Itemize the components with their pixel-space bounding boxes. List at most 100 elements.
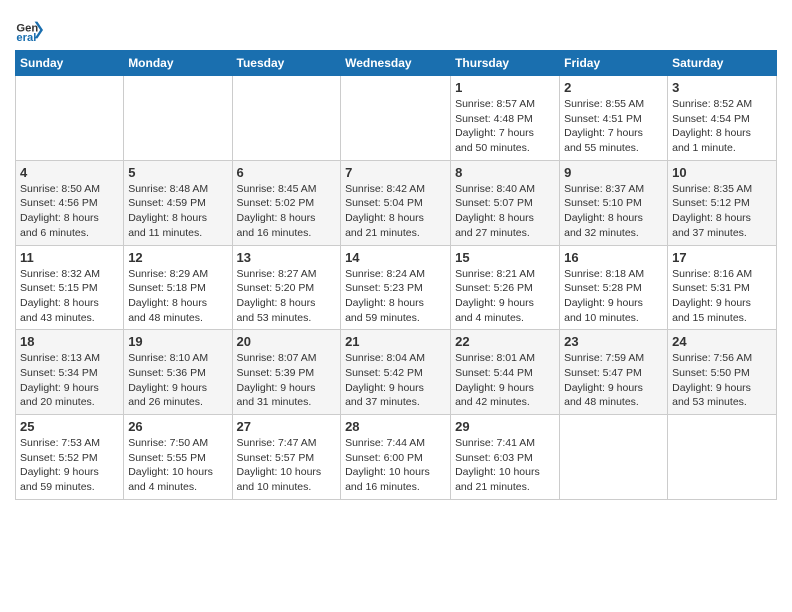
calendar-cell: 10 Sunrise: 8:35 AM Sunset: 5:12 PM Dayli… (668, 160, 777, 245)
day-info: Sunrise: 8:18 AM Sunset: 5:28 PM Dayligh… (564, 267, 663, 326)
day-info: Sunrise: 7:50 AM Sunset: 5:55 PM Dayligh… (128, 436, 227, 495)
day-info: Sunrise: 8:04 AM Sunset: 5:42 PM Dayligh… (345, 351, 446, 410)
day-info: Sunrise: 8:45 AM Sunset: 5:02 PM Dayligh… (237, 182, 337, 241)
day-info: Sunrise: 7:44 AM Sunset: 6:00 PM Dayligh… (345, 436, 446, 495)
day-info: Sunrise: 8:21 AM Sunset: 5:26 PM Dayligh… (455, 267, 555, 326)
day-number: 8 (455, 165, 555, 180)
day-number: 5 (128, 165, 227, 180)
day-info: Sunrise: 8:55 AM Sunset: 4:51 PM Dayligh… (564, 97, 663, 156)
day-number: 23 (564, 334, 663, 349)
day-number: 17 (672, 250, 772, 265)
calendar-cell: 25 Sunrise: 7:53 AM Sunset: 5:52 PM Dayli… (16, 415, 124, 500)
svg-text:eral: eral (16, 32, 36, 44)
calendar-cell: 8 Sunrise: 8:40 AM Sunset: 5:07 PM Daylig… (451, 160, 560, 245)
calendar-cell (124, 76, 232, 161)
calendar-cell: 16 Sunrise: 8:18 AM Sunset: 5:28 PM Dayli… (560, 245, 668, 330)
day-number: 18 (20, 334, 119, 349)
day-info: Sunrise: 7:53 AM Sunset: 5:52 PM Dayligh… (20, 436, 119, 495)
calendar-cell: 27 Sunrise: 7:47 AM Sunset: 5:57 PM Dayli… (232, 415, 341, 500)
day-number: 21 (345, 334, 446, 349)
day-info: Sunrise: 8:16 AM Sunset: 5:31 PM Dayligh… (672, 267, 772, 326)
day-info: Sunrise: 8:10 AM Sunset: 5:36 PM Dayligh… (128, 351, 227, 410)
calendar-cell: 18 Sunrise: 8:13 AM Sunset: 5:34 PM Dayli… (16, 330, 124, 415)
calendar-cell: 23 Sunrise: 7:59 AM Sunset: 5:47 PM Dayli… (560, 330, 668, 415)
calendar-cell: 12 Sunrise: 8:29 AM Sunset: 5:18 PM Dayli… (124, 245, 232, 330)
day-number: 19 (128, 334, 227, 349)
weekday-header: Saturday (668, 51, 777, 76)
day-info: Sunrise: 8:13 AM Sunset: 5:34 PM Dayligh… (20, 351, 119, 410)
calendar-cell: 7 Sunrise: 8:42 AM Sunset: 5:04 PM Daylig… (341, 160, 451, 245)
day-info: Sunrise: 8:29 AM Sunset: 5:18 PM Dayligh… (128, 267, 227, 326)
day-info: Sunrise: 8:48 AM Sunset: 4:59 PM Dayligh… (128, 182, 227, 241)
day-info: Sunrise: 8:57 AM Sunset: 4:48 PM Dayligh… (455, 97, 555, 156)
day-info: Sunrise: 8:52 AM Sunset: 4:54 PM Dayligh… (672, 97, 772, 156)
page-header: Gen eral (15, 10, 777, 44)
calendar-cell: 6 Sunrise: 8:45 AM Sunset: 5:02 PM Daylig… (232, 160, 341, 245)
calendar-cell (341, 76, 451, 161)
calendar-cell: 20 Sunrise: 8:07 AM Sunset: 5:39 PM Dayli… (232, 330, 341, 415)
day-info: Sunrise: 8:50 AM Sunset: 4:56 PM Dayligh… (20, 182, 119, 241)
day-number: 28 (345, 419, 446, 434)
calendar-cell: 29 Sunrise: 7:41 AM Sunset: 6:03 PM Dayli… (451, 415, 560, 500)
day-info: Sunrise: 7:47 AM Sunset: 5:57 PM Dayligh… (237, 436, 337, 495)
calendar-cell (16, 76, 124, 161)
day-number: 7 (345, 165, 446, 180)
calendar-cell: 24Sunrise: 7:56 AM Sunset: 5:50 PM Dayli… (668, 330, 777, 415)
day-number: 6 (237, 165, 337, 180)
calendar-cell: 15 Sunrise: 8:21 AM Sunset: 5:26 PM Dayli… (451, 245, 560, 330)
day-number: 16 (564, 250, 663, 265)
day-info: Sunrise: 8:07 AM Sunset: 5:39 PM Dayligh… (237, 351, 337, 410)
calendar-table: SundayMondayTuesdayWednesdayThursdayFrid… (15, 50, 777, 500)
day-info: Sunrise: 7:41 AM Sunset: 6:03 PM Dayligh… (455, 436, 555, 495)
calendar-cell: 1 Sunrise: 8:57 AM Sunset: 4:48 PM Daylig… (451, 76, 560, 161)
calendar-cell: 19 Sunrise: 8:10 AM Sunset: 5:36 PM Dayli… (124, 330, 232, 415)
day-number: 13 (237, 250, 337, 265)
day-number: 22 (455, 334, 555, 349)
day-number: 10 (672, 165, 772, 180)
calendar-cell: 5 Sunrise: 8:48 AM Sunset: 4:59 PM Daylig… (124, 160, 232, 245)
day-number: 3 (672, 80, 772, 95)
day-number: 20 (237, 334, 337, 349)
day-number: 27 (237, 419, 337, 434)
day-info: Sunrise: 8:32 AM Sunset: 5:15 PM Dayligh… (20, 267, 119, 326)
weekday-header: Thursday (451, 51, 560, 76)
calendar-cell: 22 Sunrise: 8:01 AM Sunset: 5:44 PM Dayli… (451, 330, 560, 415)
day-info: Sunrise: 8:24 AM Sunset: 5:23 PM Dayligh… (345, 267, 446, 326)
day-number: 1 (455, 80, 555, 95)
day-number: 25 (20, 419, 119, 434)
day-info: Sunrise: 7:56 AM Sunset: 5:50 PM Dayligh… (672, 351, 772, 410)
calendar-cell: 14 Sunrise: 8:24 AM Sunset: 5:23 PM Dayli… (341, 245, 451, 330)
day-info: Sunrise: 8:37 AM Sunset: 5:10 PM Dayligh… (564, 182, 663, 241)
day-number: 29 (455, 419, 555, 434)
weekday-header: Sunday (16, 51, 124, 76)
calendar-cell (668, 415, 777, 500)
day-info: Sunrise: 8:40 AM Sunset: 5:07 PM Dayligh… (455, 182, 555, 241)
day-number: 15 (455, 250, 555, 265)
calendar-cell (232, 76, 341, 161)
day-number: 2 (564, 80, 663, 95)
calendar-cell: 28 Sunrise: 7:44 AM Sunset: 6:00 PM Dayli… (341, 415, 451, 500)
calendar-cell: 9 Sunrise: 8:37 AM Sunset: 5:10 PM Daylig… (560, 160, 668, 245)
calendar-cell: 21 Sunrise: 8:04 AM Sunset: 5:42 PM Dayli… (341, 330, 451, 415)
calendar-cell: 3 Sunrise: 8:52 AM Sunset: 4:54 PM Daylig… (668, 76, 777, 161)
day-info: Sunrise: 8:01 AM Sunset: 5:44 PM Dayligh… (455, 351, 555, 410)
weekday-header: Monday (124, 51, 232, 76)
calendar-cell (560, 415, 668, 500)
day-info: Sunrise: 8:27 AM Sunset: 5:20 PM Dayligh… (237, 267, 337, 326)
day-number: 26 (128, 419, 227, 434)
calendar-cell: 2 Sunrise: 8:55 AM Sunset: 4:51 PM Daylig… (560, 76, 668, 161)
day-number: 12 (128, 250, 227, 265)
logo-icon: Gen eral (15, 16, 43, 44)
day-number: 11 (20, 250, 119, 265)
weekday-header: Friday (560, 51, 668, 76)
day-info: Sunrise: 8:35 AM Sunset: 5:12 PM Dayligh… (672, 182, 772, 241)
calendar-cell: 17 Sunrise: 8:16 AM Sunset: 5:31 PM Dayli… (668, 245, 777, 330)
calendar-cell: 13 Sunrise: 8:27 AM Sunset: 5:20 PM Dayli… (232, 245, 341, 330)
weekday-header: Wednesday (341, 51, 451, 76)
day-info: Sunrise: 8:42 AM Sunset: 5:04 PM Dayligh… (345, 182, 446, 241)
day-number: 4 (20, 165, 119, 180)
calendar-cell: 26 Sunrise: 7:50 AM Sunset: 5:55 PM Dayli… (124, 415, 232, 500)
day-info: Sunrise: 7:59 AM Sunset: 5:47 PM Dayligh… (564, 351, 663, 410)
day-number: 14 (345, 250, 446, 265)
day-number: 9 (564, 165, 663, 180)
